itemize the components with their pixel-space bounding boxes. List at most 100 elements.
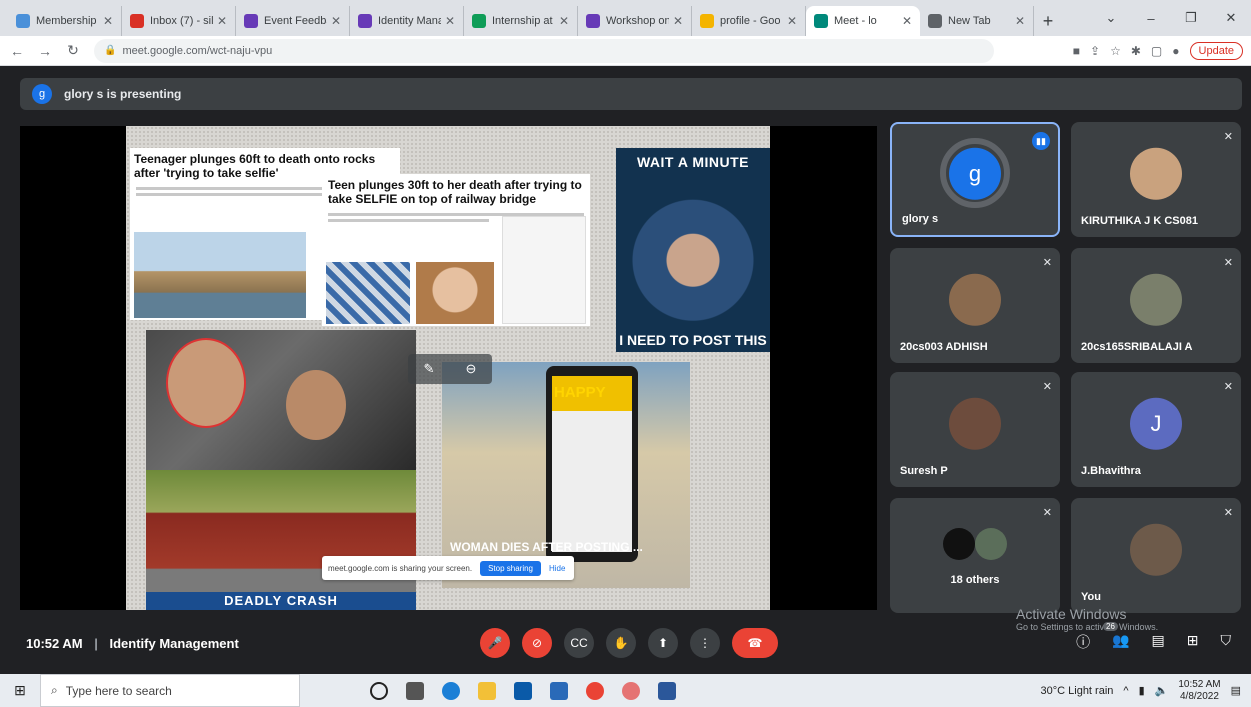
- shark-meme: WAIT A MINUTE I NEED TO POST THIS: [616, 148, 770, 352]
- participant-name: Suresh P: [900, 465, 948, 477]
- tab-label: Meet - lo: [834, 15, 877, 27]
- browser-tab[interactable]: profile - Goo ✕: [692, 6, 806, 36]
- tab-close-icon[interactable]: ✕: [902, 14, 912, 28]
- bridge-photo: [326, 262, 410, 324]
- network-icon[interactable]: ▮: [1139, 684, 1145, 697]
- mail-icon[interactable]: [550, 681, 568, 700]
- more-options-icon[interactable]: ⊖: [466, 361, 477, 377]
- taskbar-clock[interactable]: 10:52 AM 4/8/2022: [1178, 679, 1220, 703]
- minimize-button[interactable]: –: [1131, 11, 1171, 26]
- browser-tab[interactable]: Identity Mana ✕: [350, 6, 464, 36]
- browser-tab[interactable]: New Tab ✕: [920, 6, 1034, 36]
- participant-tile[interactable]: g glory s ▮▮: [890, 122, 1060, 237]
- tab-close-icon[interactable]: ✕: [559, 14, 569, 28]
- tab-close-icon[interactable]: ✕: [103, 14, 113, 28]
- activities-icon[interactable]: ⊞: [1187, 632, 1199, 652]
- file-explorer-icon[interactable]: [478, 681, 496, 700]
- back-icon[interactable]: ←: [6, 43, 28, 59]
- extensions-icon[interactable]: ✱: [1131, 44, 1141, 58]
- tab-close-icon[interactable]: ✕: [217, 14, 227, 28]
- camera-toggle-button[interactable]: ⊘: [522, 628, 552, 658]
- tab-close-icon[interactable]: ✕: [673, 14, 683, 28]
- ad-panel: [502, 216, 586, 324]
- new-tab-button[interactable]: +: [1034, 6, 1062, 36]
- chrome-profile-icon[interactable]: [622, 681, 640, 700]
- present-button[interactable]: ⬆: [648, 628, 678, 658]
- tab-layout-icon[interactable]: ▢: [1151, 44, 1162, 58]
- presentation-stage: Teenager plunges 60ft to death onto rock…: [20, 126, 877, 610]
- stop-sharing-button[interactable]: Stop sharing: [480, 560, 541, 576]
- participant-tile[interactable]: 20cs165SRIBALAJI A ✕: [1071, 248, 1241, 363]
- tray-chevron-icon[interactable]: ^: [1123, 685, 1128, 697]
- mic-off-icon[interactable]: ✎: [424, 361, 435, 377]
- tab-close-icon[interactable]: ✕: [787, 14, 797, 28]
- browser-tab[interactable]: Meet - lo ✕: [806, 6, 920, 36]
- participant-tile[interactable]: You ✕: [1071, 498, 1241, 613]
- tab-search-icon[interactable]: ⌄: [1091, 10, 1131, 26]
- tab-close-icon[interactable]: ✕: [445, 14, 455, 28]
- participant-tile[interactable]: 18 others ✕: [890, 498, 1060, 613]
- task-view-icon[interactable]: [406, 681, 424, 700]
- raise-hand-button[interactable]: ✋: [606, 628, 636, 658]
- others-avatars: [943, 528, 1007, 560]
- bookmark-star-icon[interactable]: ☆: [1110, 44, 1121, 58]
- edge-icon[interactable]: [442, 681, 460, 700]
- browser-tab[interactable]: Internship at ✕: [464, 6, 578, 36]
- meeting-name: Identify Management: [109, 636, 239, 651]
- cortana-icon[interactable]: [370, 681, 388, 700]
- mic-toggle-button[interactable]: 🎤: [480, 628, 510, 658]
- presenting-text: glory s is presenting: [64, 87, 182, 101]
- people-icon[interactable]: 👥: [1112, 632, 1129, 652]
- participant-tile[interactable]: Suresh P ✕: [890, 372, 1060, 487]
- mic-muted-icon: ✕: [1223, 131, 1233, 143]
- host-controls-icon[interactable]: ⛉: [1221, 632, 1232, 652]
- participant-tile[interactable]: 20cs003 ADHISH ✕: [890, 248, 1060, 363]
- camera-icon[interactable]: ■: [1073, 44, 1080, 58]
- more-options-button[interactable]: ⋮: [690, 628, 720, 658]
- browser-tab[interactable]: Membership ✕: [8, 6, 122, 36]
- avatar: g: [949, 147, 1001, 200]
- participant-tile[interactable]: J J.Bhavithra ✕: [1071, 372, 1241, 487]
- participant-count-badge: 26: [1103, 622, 1118, 631]
- selfie-car-photo: [146, 330, 416, 470]
- store-icon[interactable]: [514, 681, 532, 700]
- taskbar-search[interactable]: ⌕ Type here to search: [40, 674, 300, 707]
- forward-icon[interactable]: →: [34, 43, 56, 59]
- leave-call-button[interactable]: ☎: [732, 628, 778, 658]
- reload-icon[interactable]: ↻: [62, 42, 84, 59]
- info-icon[interactable]: ⓘ: [1076, 632, 1090, 652]
- url-text: meet.google.com/wct-naju-vpu: [122, 44, 273, 57]
- volume-icon[interactable]: 🔈: [1155, 684, 1169, 697]
- tab-label: Internship at: [492, 15, 553, 27]
- chrome-icon[interactable]: [586, 681, 604, 700]
- profile-avatar[interactable]: ●: [1172, 44, 1179, 58]
- browser-tab-bar: Membership ✕ Inbox (7) - silv ✕ Event Feedba…: [0, 0, 1251, 36]
- participant-name: KIRUTHIKA J K CS081: [1081, 215, 1198, 227]
- tab-label: Inbox (7) - silv: [150, 15, 213, 27]
- chat-icon[interactable]: ▤: [1152, 632, 1165, 652]
- call-controls: 🎤 ⊘ CC ✋ ⬆ ⋮ ☎: [480, 628, 778, 658]
- window-controls: ⌄ – ❐ ✕: [1091, 0, 1251, 36]
- captions-button[interactable]: CC: [564, 628, 594, 658]
- hide-notice-link[interactable]: Hide: [549, 564, 565, 573]
- update-button[interactable]: Update: [1189, 41, 1243, 60]
- close-window-button[interactable]: ✕: [1211, 10, 1251, 26]
- selfie-face-2: [286, 370, 346, 440]
- browser-tab[interactable]: Event Feedba ✕: [236, 6, 350, 36]
- participant-tile[interactable]: KIRUTHIKA J K CS081 ✕: [1071, 122, 1241, 237]
- tab-close-icon[interactable]: ✕: [331, 14, 341, 28]
- meet-control-bar: 10:52 AM | Identify Management 🎤 ⊘ CC ✋ …: [0, 606, 1251, 674]
- browser-tab[interactable]: Workshop on ✕: [578, 6, 692, 36]
- maximize-button[interactable]: ❐: [1171, 10, 1211, 26]
- url-field[interactable]: 🔒 meet.google.com/wct-naju-vpu: [94, 38, 994, 63]
- tab-close-icon[interactable]: ✕: [1015, 14, 1025, 28]
- share-notice-text: meet.google.com is sharing your screen.: [328, 563, 473, 573]
- windows-start-icon[interactable]: ⊞: [0, 682, 40, 699]
- phone-screen: [552, 376, 632, 552]
- weather-text[interactable]: 30°C Light rain: [1041, 685, 1114, 697]
- word-icon[interactable]: [658, 681, 676, 700]
- browser-tab[interactable]: Inbox (7) - silv ✕: [122, 6, 236, 36]
- presenting-banner: g glory s is presenting: [20, 78, 1242, 110]
- share-icon[interactable]: ⇪: [1090, 44, 1100, 58]
- notifications-icon[interactable]: ▤: [1231, 684, 1241, 697]
